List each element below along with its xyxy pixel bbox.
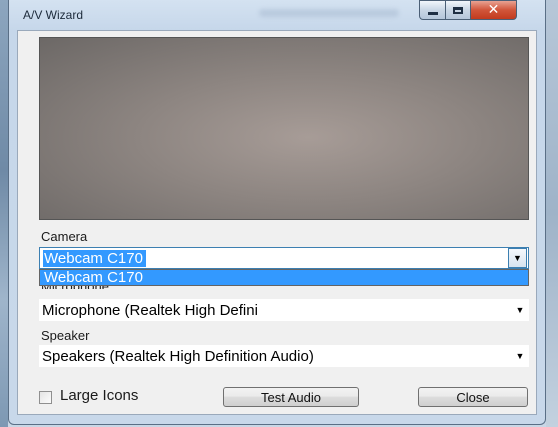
camera-dropdown-option[interactable]: Webcam C170 xyxy=(39,269,529,286)
background-caption-blur xyxy=(259,9,399,17)
title-bar[interactable]: A/V Wizard ✕ xyxy=(9,0,545,30)
chevron-down-icon[interactable]: ▼ xyxy=(511,345,529,367)
maximize-icon xyxy=(453,6,463,14)
speaker-select[interactable]: Speakers (Realtek High Definition Audio)… xyxy=(39,345,529,367)
camera-preview xyxy=(39,37,529,220)
close-button[interactable]: Close xyxy=(418,387,528,407)
large-icons-checkbox[interactable] xyxy=(39,391,52,404)
maximize-button[interactable] xyxy=(445,0,471,20)
minimize-icon xyxy=(427,11,438,15)
chevron-down-icon[interactable]: ▼ xyxy=(508,248,527,268)
minimize-button[interactable] xyxy=(419,0,446,20)
av-wizard-window: A/V Wizard ✕ Camera Webcam C170 ▼ Microp… xyxy=(8,0,546,425)
camera-selected-value: Webcam C170 xyxy=(43,249,146,267)
speaker-selected-value: Speakers (Realtek High Definition Audio) xyxy=(42,347,314,365)
chevron-down-icon[interactable]: ▼ xyxy=(511,299,529,321)
speaker-label: Speaker xyxy=(41,328,90,343)
camera-label: Camera xyxy=(41,229,88,244)
microphone-selected-value: Microphone (Realtek High Defini xyxy=(42,301,258,319)
microphone-select[interactable]: Microphone (Realtek High Defini ▼ xyxy=(39,299,529,321)
camera-select[interactable]: Webcam C170 ▼ xyxy=(39,247,529,269)
window-close-button[interactable]: ✕ xyxy=(470,0,517,20)
window-title: A/V Wizard xyxy=(23,8,84,22)
large-icons-label[interactable]: Large Icons xyxy=(60,387,138,404)
desktop-background-left xyxy=(0,0,8,427)
test-audio-button[interactable]: Test Audio xyxy=(223,387,359,407)
wizard-client-area: Camera Webcam C170 ▼ Microphone Micropho… xyxy=(17,30,537,415)
close-icon: ✕ xyxy=(487,2,500,18)
desktop-background-right xyxy=(546,0,558,427)
